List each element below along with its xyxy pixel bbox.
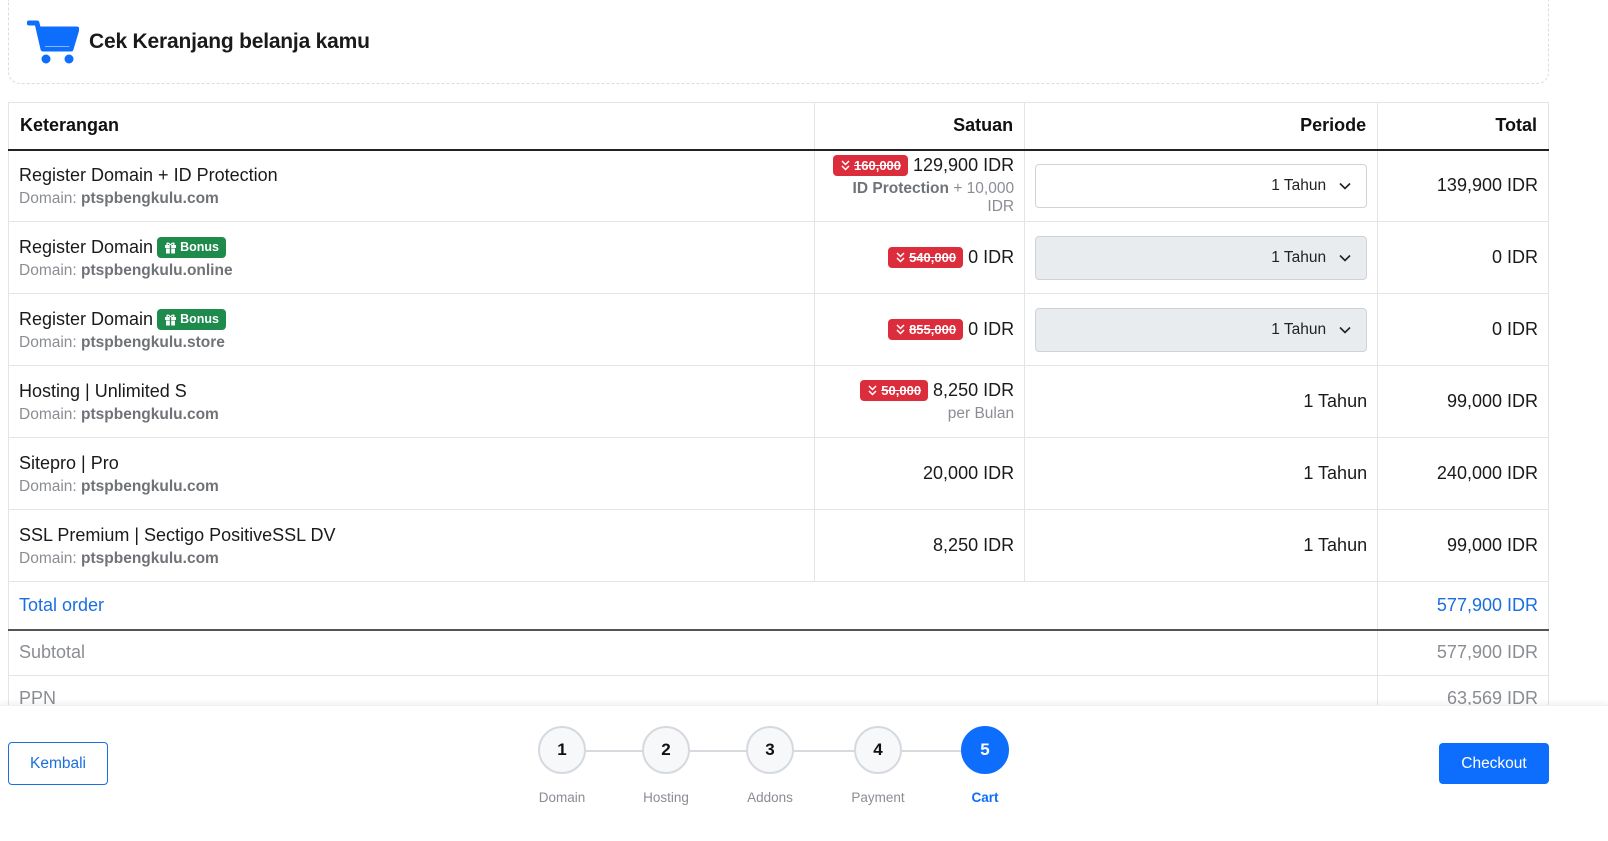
item-name: Register Domain Bonus [19, 235, 804, 259]
period-text: 1 Tahun [1024, 509, 1379, 582]
row-total: 240,000 IDR [1377, 437, 1549, 510]
column-header-period: Periode [1024, 102, 1379, 151]
table-row: Hosting | Unlimited S Domain: ptspbengku… [8, 365, 1549, 438]
page-title: Cek Keranjang belanja kamu [89, 29, 370, 53]
step-addons[interactable]: 3 Addons [730, 726, 810, 805]
chevrons-down-icon [840, 160, 851, 171]
discount-badge: 855,000 [888, 319, 964, 340]
chevron-down-icon [1338, 251, 1352, 265]
column-header-description: Keterangan [8, 102, 816, 151]
item-name: Hosting | Unlimited S [19, 381, 187, 401]
step-number: 4 [854, 726, 902, 774]
row-total: 0 IDR [1377, 221, 1549, 294]
period-text: 1 Tahun [1024, 365, 1379, 438]
period-select[interactable]: 1 Tahun [1035, 235, 1368, 280]
discount-badge: 50,000 [860, 380, 929, 401]
step-number: 1 [538, 726, 586, 774]
subtotal-label: Subtotal [8, 629, 1379, 676]
unit-price: 0 IDR [968, 319, 1015, 339]
table-header-row: Keterangan Satuan Periode Total [8, 102, 1549, 151]
step-payment[interactable]: 4 Payment [838, 726, 918, 805]
item-domain: Domain: ptspbengkulu.com [19, 550, 219, 567]
unit-price: 0 IDR [968, 247, 1015, 267]
row-total: 139,900 IDR [1377, 149, 1549, 222]
row-total: 99,000 IDR [1377, 509, 1549, 582]
unit-price: 8,250 IDR [933, 535, 1015, 555]
step-label: Payment [851, 790, 905, 805]
cart-header: Cek Keranjang belanja kamu [8, 0, 1549, 84]
chevrons-down-icon [867, 385, 878, 396]
total-order-label: Total order [8, 581, 1379, 631]
subtotal-row: Subtotal 577,900 IDR [8, 629, 1549, 676]
column-header-unit: Satuan [814, 102, 1026, 151]
subtotal-value: 577,900 IDR [1377, 629, 1549, 676]
period-select[interactable]: 1 Tahun [1035, 307, 1368, 352]
gift-icon [164, 313, 177, 326]
table-row: Register Domain Bonus Domain: ptspbengku… [8, 221, 1549, 294]
bonus-badge: Bonus [157, 236, 226, 258]
row-total: 99,000 IDR [1377, 365, 1549, 438]
discount-badge: 540,000 [888, 247, 964, 268]
step-cart[interactable]: 5 Cart [945, 726, 1025, 805]
chevron-down-icon [1338, 179, 1352, 193]
total-order-row: Total order 577,900 IDR [8, 581, 1549, 631]
item-name: SSL Premium | Sectigo PositiveSSL DV [19, 525, 336, 545]
item-name: Register Domain + ID Protection [19, 165, 278, 186]
price-note: ID Protection + 10,000 IDR [852, 180, 1015, 216]
period-select[interactable]: 1 Tahun [1035, 163, 1368, 208]
item-domain: Domain: ptspbengkulu.com [19, 190, 219, 208]
footer-bar: Kembali 1 Domain 2 Hosting 3 Addons 4 Pa… [0, 705, 1608, 841]
step-label: Hosting [643, 790, 689, 805]
item-name: Sitepro | Pro [19, 453, 119, 473]
table-row: Register Domain + ID Protection Domain: … [8, 149, 1549, 222]
item-domain: Domain: ptspbengkulu.store [19, 334, 225, 351]
unit-price: 8,250 IDR [933, 380, 1015, 400]
step-number: 3 [746, 726, 794, 774]
chevrons-down-icon [895, 252, 906, 263]
unit-price: 20,000 IDR [923, 463, 1015, 483]
cart-table: Keterangan Satuan Periode Total Register… [8, 102, 1549, 722]
item-name: Register Domain Bonus [19, 307, 804, 331]
step-label: Domain [538, 790, 586, 805]
checkout-stepper: 1 Domain 2 Hosting 3 Addons 4 Payment 5 … [0, 726, 1608, 826]
step-number: 2 [642, 726, 690, 774]
table-row: Sitepro | Pro Domain: ptspbengkulu.com 2… [8, 437, 1549, 510]
item-domain: Domain: ptspbengkulu.online [19, 262, 233, 279]
step-number: 5 [961, 726, 1009, 774]
gift-icon [164, 241, 177, 254]
row-total: 0 IDR [1377, 293, 1549, 366]
shopping-cart-icon [27, 19, 79, 65]
chevron-down-icon [1338, 323, 1352, 337]
item-domain: Domain: ptspbengkulu.com [19, 406, 219, 423]
bonus-badge: Bonus [157, 308, 226, 330]
unit-price: 129,900 IDR [913, 155, 1015, 176]
period-text: 1 Tahun [1024, 437, 1379, 510]
table-row: SSL Premium | Sectigo PositiveSSL DV Dom… [8, 509, 1549, 582]
total-order-value: 577,900 IDR [1377, 581, 1549, 631]
column-header-total: Total [1377, 102, 1549, 151]
step-hosting[interactable]: 2 Hosting [626, 726, 706, 805]
item-domain: Domain: ptspbengkulu.com [19, 478, 219, 495]
price-note: per Bulan [947, 405, 1015, 422]
step-domain[interactable]: 1 Domain [522, 726, 602, 805]
step-label: Addons [747, 790, 793, 805]
step-label: Cart [971, 790, 999, 805]
checkout-button[interactable]: Checkout [1439, 743, 1549, 784]
table-row: Register Domain Bonus Domain: ptspbengku… [8, 293, 1549, 366]
chevrons-down-icon [895, 324, 906, 335]
discount-badge: 160,000 [833, 155, 909, 177]
